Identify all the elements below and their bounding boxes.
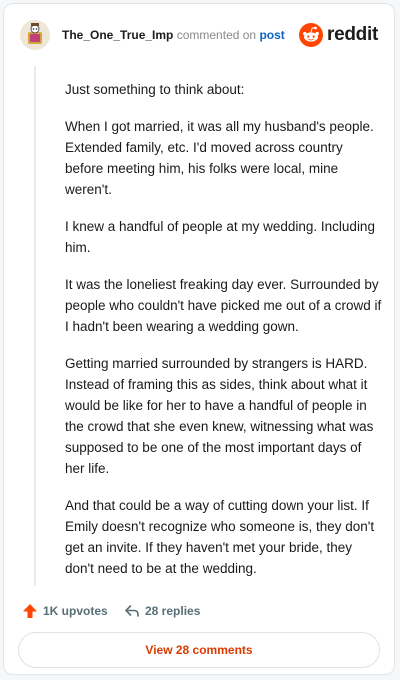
comment-paragraph: Just something to think about: bbox=[65, 82, 245, 97]
thread-line[interactable] bbox=[34, 66, 36, 586]
comment-meta: The_One_True_Imp commented on post bbox=[62, 28, 285, 42]
comment-actions: 1K upvotes 28 replies bbox=[22, 600, 376, 622]
reddit-wordmark: reddit bbox=[327, 24, 378, 45]
comment-paragraph: When I got married, it was all my husban… bbox=[65, 119, 374, 197]
comment-header: The_One_True_Imp commented on post reddi… bbox=[20, 20, 378, 56]
replies-button[interactable]: 28 replies bbox=[124, 600, 200, 622]
comment-paragraph: Getting married surrounded by strangers … bbox=[65, 356, 374, 476]
comment-paragraph: And that could be a way of cutting down … bbox=[65, 498, 375, 576]
upvote-button[interactable]: 1K upvotes bbox=[22, 600, 108, 622]
reddit-brand: reddit bbox=[299, 22, 378, 48]
username-link[interactable]: The_One_True_Imp bbox=[62, 28, 173, 42]
comment-paragraph: It was the loneliest freaking day ever. … bbox=[65, 277, 382, 334]
comment-body: Just something to think about: When I go… bbox=[65, 79, 383, 595]
comment-card: The_One_True_Imp commented on post reddi… bbox=[3, 3, 395, 675]
user-avatar[interactable] bbox=[20, 20, 50, 50]
upvote-arrow-icon bbox=[23, 604, 37, 618]
upvote-count: 1K upvotes bbox=[43, 604, 108, 618]
reddit-logo-icon bbox=[299, 23, 324, 47]
view-comments-button[interactable]: View 28 comments bbox=[18, 632, 380, 668]
commented-on-text: commented on bbox=[176, 28, 257, 42]
post-link[interactable]: post bbox=[259, 28, 284, 42]
comment-paragraph: I knew a handful of people at my wedding… bbox=[65, 219, 375, 255]
snoo-avatar-icon bbox=[20, 20, 50, 50]
reply-count: 28 replies bbox=[145, 604, 201, 618]
reply-arrow-icon bbox=[125, 605, 139, 617]
